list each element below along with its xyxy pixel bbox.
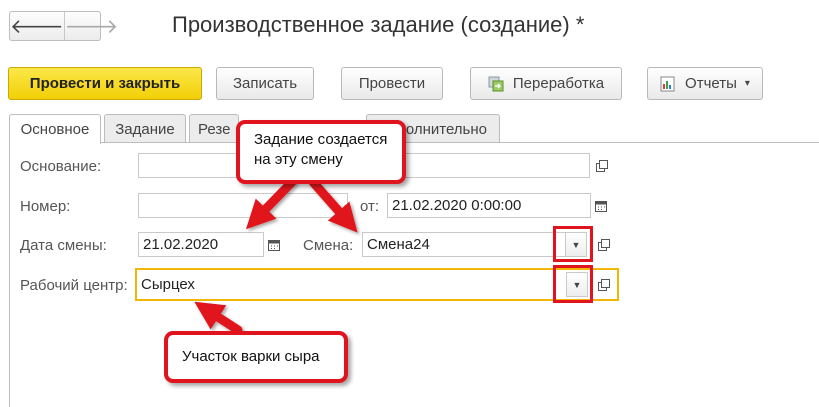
work-center-label: Рабочий центр:	[20, 277, 128, 294]
work-center-value: Сырцех	[141, 276, 195, 293]
work-center-dropdown-highlight	[553, 265, 593, 303]
rework-button[interactable]: Переработка	[470, 67, 622, 100]
open-basis-icon[interactable]	[591, 153, 613, 178]
shift-date-label: Дата смены:	[20, 237, 107, 254]
shift-field[interactable]: Смена24	[362, 232, 566, 257]
save-button[interactable]: Записать	[216, 67, 314, 100]
post-button[interactable]: Провести	[341, 67, 443, 100]
post-and-close-button[interactable]: Провести и закрыть	[8, 67, 202, 100]
document-date-field[interactable]: 21.02.2020 0:00:00	[387, 193, 591, 218]
number-field[interactable]	[138, 193, 348, 218]
shift-date-field[interactable]: 21.02.2020	[138, 232, 264, 257]
basis-label: Основание:	[20, 158, 102, 175]
shift-label: Смена:	[303, 237, 354, 254]
from-label: от:	[360, 198, 380, 215]
work-center-field[interactable]: Сырцех	[135, 268, 619, 301]
open-shift-icon[interactable]	[593, 232, 615, 257]
number-label: Номер:	[20, 198, 71, 215]
history-nav: 🡐 🡒	[9, 11, 118, 41]
back-arrow-icon[interactable]: 🡐	[10, 12, 64, 40]
shift-callout: Задание создается на эту смену	[236, 120, 406, 184]
shift-dropdown-highlight	[553, 226, 593, 262]
calendar-icon[interactable]	[590, 193, 612, 218]
calendar-icon[interactable]	[263, 232, 285, 257]
reports-button[interactable]: Отчеты ▾	[647, 67, 763, 100]
rework-icon	[488, 76, 504, 92]
tab-task[interactable]: Задание	[104, 114, 186, 143]
work-center-callout: Участок варки сыра	[164, 331, 348, 383]
chevron-down-icon: ▾	[744, 78, 750, 89]
page-title: Производственное задание (создание) *	[172, 12, 585, 37]
reports-button-label: Отчеты	[685, 75, 737, 92]
rework-button-label: Переработка	[512, 75, 605, 92]
tab-main[interactable]: Основное	[9, 114, 101, 144]
tab-reserve[interactable]: Резе	[189, 114, 239, 143]
report-icon	[660, 76, 676, 92]
open-work-center-icon[interactable]	[593, 272, 615, 297]
forward-arrow-icon[interactable]: 🡒	[63, 12, 118, 40]
